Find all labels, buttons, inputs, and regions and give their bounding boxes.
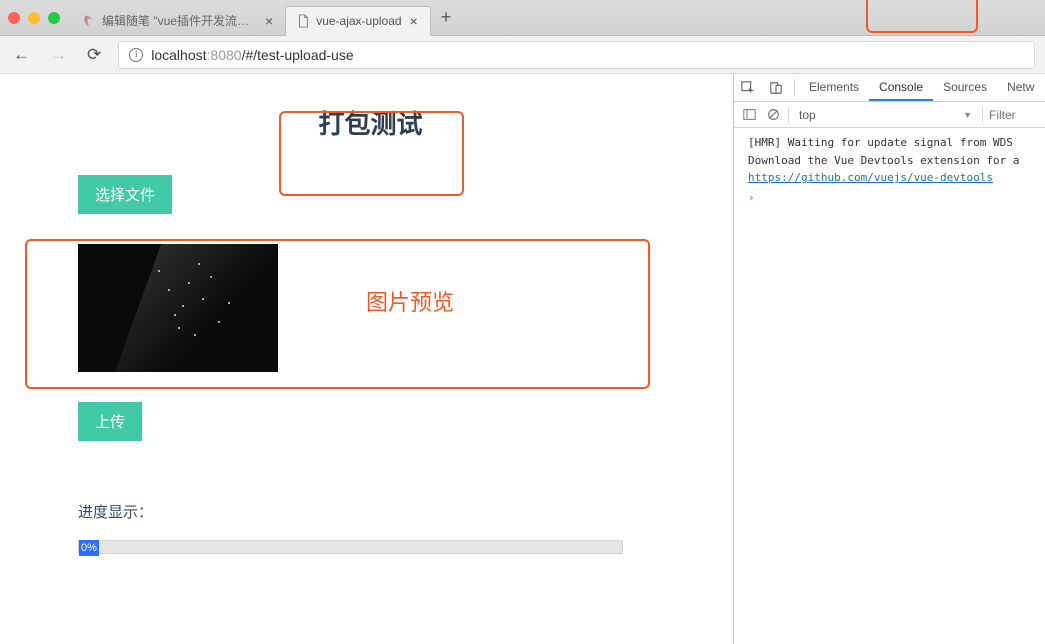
progress-bar: 0% — [78, 540, 623, 554]
site-info-icon[interactable]: i — [129, 48, 143, 62]
browser-tab-1[interactable]: vue-ajax-upload × — [285, 6, 431, 36]
new-tab-button[interactable]: + — [431, 7, 462, 28]
devtools-tab-network[interactable]: Netw — [997, 74, 1044, 101]
back-icon[interactable]: ← — [10, 43, 33, 67]
window-controls — [8, 12, 72, 24]
upload-button[interactable]: 上传 — [78, 402, 142, 441]
browser-addressbar: ← → ⟳ i localhost:8080/#/test-upload-use — [0, 36, 1045, 74]
console-output[interactable]: [HMR] Waiting for update signal from WDS… — [734, 128, 1045, 644]
device-toolbar-icon[interactable] — [762, 74, 790, 102]
devtools-subbar: top ▼ — [734, 102, 1045, 128]
devtools-tab-sources[interactable]: Sources — [933, 74, 997, 101]
inspect-element-icon[interactable] — [734, 74, 762, 102]
console-line: Download the Vue Devtools extension for … — [748, 152, 1043, 170]
console-link[interactable]: https://github.com/vuejs/vue-devtools — [748, 169, 1043, 187]
reload-icon[interactable]: ⟳ — [84, 43, 104, 67]
doc-favicon-icon — [296, 14, 310, 28]
page-title: 打包测试 — [78, 104, 663, 141]
progress-percent: 0% — [79, 540, 99, 556]
url-input[interactable]: i localhost:8080/#/test-upload-use — [118, 41, 1035, 69]
console-line: [HMR] Waiting for update signal from WDS — [748, 134, 1043, 152]
browser-tabbar: 编辑随笔 "vue插件开发流程详解 × vue-ajax-upload × + — [0, 0, 1045, 36]
console-filter-input[interactable] — [989, 108, 1039, 122]
progress-label: 进度显示： — [78, 501, 633, 522]
page-viewport: 图片预览 打包测试 选择文件 — [0, 74, 733, 644]
maximize-window-icon[interactable] — [48, 12, 60, 24]
tab-title: vue-ajax-upload — [316, 14, 401, 28]
select-file-button[interactable]: 选择文件 — [78, 175, 172, 214]
devtools-tab-console[interactable]: Console — [869, 74, 933, 101]
console-sidebar-icon[interactable] — [740, 106, 758, 124]
devtools-tab-elements[interactable]: Elements — [799, 74, 869, 101]
forward-icon[interactable]: → — [47, 43, 70, 67]
tab-title: 编辑随笔 "vue插件开发流程详解 — [102, 12, 257, 29]
jianshu-favicon-icon — [82, 14, 96, 28]
close-tab-icon[interactable]: × — [263, 13, 275, 29]
browser-tab-0[interactable]: 编辑随笔 "vue插件开发流程详解 × — [72, 6, 285, 36]
console-prompt-icon[interactable]: › — [748, 187, 1043, 204]
minimize-window-icon[interactable] — [28, 12, 40, 24]
clear-console-icon[interactable] — [764, 106, 782, 124]
devtools-panel: Elements Console Sources Netw top ▼ — [733, 74, 1045, 644]
preview-thumbnail — [78, 244, 278, 372]
close-tab-icon[interactable]: × — [408, 13, 420, 29]
chevron-down-icon: ▼ — [963, 110, 972, 120]
devtools-topbar: Elements Console Sources Netw — [734, 74, 1045, 102]
url-text: localhost:8080/#/test-upload-use — [151, 47, 353, 63]
context-selector[interactable]: top ▼ — [795, 108, 976, 122]
close-window-icon[interactable] — [8, 12, 20, 24]
annotation-preview-label: 图片预览 — [366, 285, 454, 317]
